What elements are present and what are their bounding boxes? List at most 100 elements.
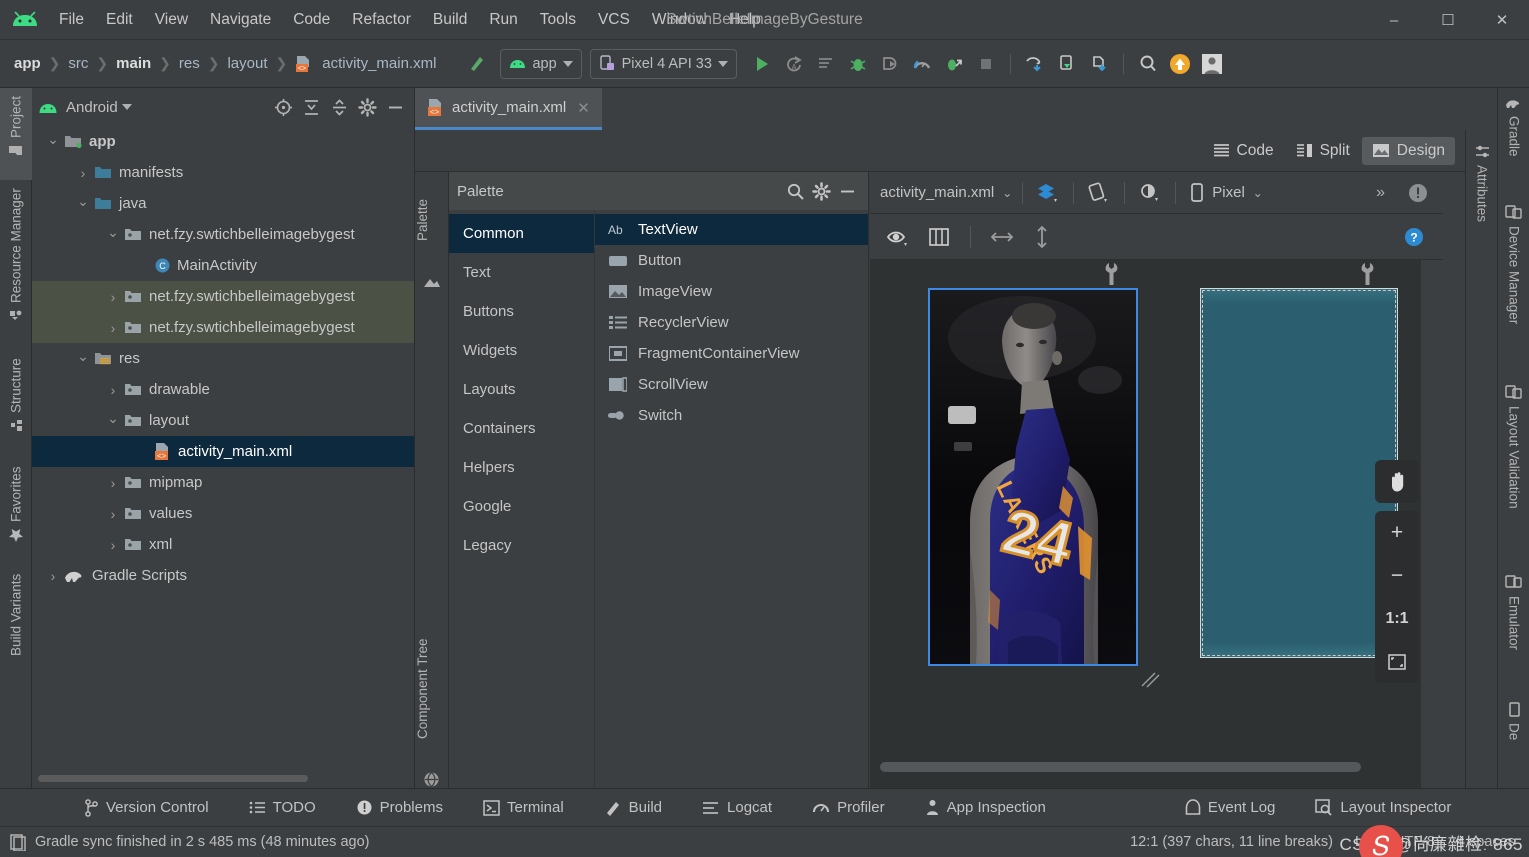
chevron-down-icon[interactable]: ⌄ xyxy=(42,131,64,148)
strip-item-palette[interactable]: Palette xyxy=(415,172,430,268)
sidebar-item-attributes[interactable]: Attributes xyxy=(1466,130,1498,280)
tree-row[interactable]: › values xyxy=(32,498,414,529)
menu-run[interactable]: Run xyxy=(478,8,528,32)
help-icon[interactable]: ? xyxy=(1399,222,1429,252)
tree-row[interactable]: › net.fzy.swtichbelleimagebygest xyxy=(32,312,414,343)
chevron-right-icon[interactable]: › xyxy=(102,382,124,398)
search-everywhere-icon[interactable] xyxy=(1133,49,1163,79)
breadcrumb-app[interactable]: app xyxy=(10,53,45,74)
tree-row[interactable]: › manifests xyxy=(32,157,414,188)
run-with-coverage-icon[interactable] xyxy=(939,49,969,79)
tree-row[interactable]: C MainActivity xyxy=(32,250,414,281)
palette-category-google[interactable]: Google xyxy=(449,487,594,526)
project-horizontal-scrollbar[interactable] xyxy=(38,775,308,782)
breadcrumb-layout[interactable]: layout xyxy=(223,53,271,74)
match-width-icon[interactable] xyxy=(987,222,1017,252)
bottom-item-problems[interactable]: Problems xyxy=(344,795,455,820)
menu-view[interactable]: View xyxy=(144,8,199,32)
tab-activity-main-xml[interactable]: <> activity_main.xml ✕ xyxy=(415,88,602,130)
tree-row[interactable]: ⌄ layout xyxy=(32,405,414,436)
palette-item-fragmentcontainerview[interactable]: FragmentContainerView xyxy=(595,338,868,369)
layout-preview-image[interactable]: LAKERS 24 xyxy=(928,288,1138,666)
sidebar-item-resource-manager[interactable]: Resource Manager xyxy=(0,180,32,350)
sidebar-item-project[interactable]: Project xyxy=(0,88,32,180)
breadcrumb-main[interactable]: main xyxy=(112,53,155,74)
bottom-item-event-log[interactable]: Event Log xyxy=(1173,795,1288,820)
close-button[interactable]: ✕ xyxy=(1475,0,1529,40)
bottom-item-logcat[interactable]: Logcat xyxy=(690,795,784,820)
project-tree[interactable]: ⌄ app › manifests ⌄ java ⌄ net.fzy.swtichbellei… xyxy=(32,126,414,766)
update-icon[interactable] xyxy=(1165,49,1195,79)
palette-item-switch[interactable]: Switch xyxy=(595,400,868,431)
sidebar-item-device-file-explorer[interactable]: De xyxy=(1498,694,1529,754)
bottom-item-terminal[interactable]: Terminal xyxy=(471,795,576,820)
palette-item-textview[interactable]: Ab TextView xyxy=(595,214,868,245)
maximize-button[interactable]: ☐ xyxy=(1421,0,1475,40)
sidebar-item-device-manager[interactable]: Device Manager xyxy=(1498,196,1529,376)
tree-row[interactable]: ⌄ app xyxy=(32,126,414,157)
mode-code[interactable]: Code xyxy=(1203,137,1284,165)
menu-refactor[interactable]: Refactor xyxy=(341,8,422,32)
run-icon[interactable] xyxy=(747,49,777,79)
match-height-icon[interactable] xyxy=(1027,222,1057,252)
menu-build[interactable]: Build xyxy=(422,8,478,32)
minimize-icon[interactable] xyxy=(834,179,860,203)
surface-file-selector[interactable]: activity_main.xml ⌄ xyxy=(880,184,1012,201)
bottom-item-todo[interactable]: TODO xyxy=(237,795,328,820)
wrench-icon[interactable] xyxy=(1103,262,1120,286)
apply-code-changes-icon[interactable] xyxy=(811,49,841,79)
tree-row[interactable]: ⌄ java xyxy=(32,188,414,219)
palette-category-widgets[interactable]: Widgets xyxy=(449,331,594,370)
layout-blueprint-view[interactable] xyxy=(1200,288,1398,658)
tree-row[interactable]: › mipmap xyxy=(32,467,414,498)
mode-design[interactable]: Design xyxy=(1361,136,1455,165)
build-hammer-icon[interactable] xyxy=(462,49,492,79)
menu-edit[interactable]: Edit xyxy=(95,8,144,32)
chevron-down-icon[interactable]: ⌄ xyxy=(72,193,94,210)
expand-all-icon[interactable] xyxy=(298,95,324,119)
bottom-item-version-control[interactable]: Version Control xyxy=(72,795,221,821)
breadcrumb-res[interactable]: res xyxy=(175,53,204,74)
wrench-icon[interactable] xyxy=(1359,262,1376,286)
sidebar-item-favorites[interactable]: Favorites xyxy=(0,458,32,566)
tab-close-icon[interactable]: ✕ xyxy=(577,99,590,117)
menu-vcs[interactable]: VCS xyxy=(587,8,641,32)
device-preview-rendered[interactable]: LAKERS 24 xyxy=(928,263,1160,688)
eye-visibility-icon[interactable] xyxy=(884,222,914,252)
mode-split[interactable]: Split xyxy=(1286,137,1360,165)
tree-row[interactable]: › xml xyxy=(32,529,414,560)
breadcrumb-file[interactable]: <> activity_main.xml xyxy=(291,53,440,74)
blueprint-columns-icon[interactable] xyxy=(924,222,954,252)
canvas-horizontal-scrollbar[interactable] xyxy=(880,762,1361,772)
sync-gradle-icon[interactable] xyxy=(1084,49,1114,79)
palette-categories[interactable]: Common Text Buttons Widgets Layouts Container… xyxy=(449,210,594,788)
palette-category-legacy[interactable]: Legacy xyxy=(449,526,594,565)
tree-row[interactable]: ⌄ net.fzy.swtichbelleimagebygest xyxy=(32,219,414,250)
chevron-down-icon[interactable]: ⌄ xyxy=(102,224,124,241)
palette-category-containers[interactable]: Containers xyxy=(449,409,594,448)
design-canvas[interactable]: LAKERS 24 + − 1:1 xyxy=(870,260,1443,788)
palette-category-layouts[interactable]: Layouts xyxy=(449,370,594,409)
search-icon[interactable] xyxy=(782,179,808,203)
tree-row[interactable]: <> activity_main.xml xyxy=(32,436,414,467)
stop-icon[interactable] xyxy=(971,49,1001,79)
sdk-manager-icon[interactable] xyxy=(1052,49,1082,79)
tree-row[interactable]: › Gradle Scripts xyxy=(32,560,414,591)
tree-row[interactable]: ⌄ res xyxy=(32,343,414,374)
breadcrumb-src[interactable]: src xyxy=(64,53,92,74)
user-avatar-icon[interactable] xyxy=(1197,49,1227,79)
resize-handle[interactable] xyxy=(1138,666,1164,690)
pan-tool-icon[interactable] xyxy=(1375,460,1419,503)
tree-row[interactable]: › drawable xyxy=(32,374,414,405)
zoom-out-button[interactable]: − xyxy=(1375,554,1419,597)
device-preview-blueprint[interactable] xyxy=(1200,263,1398,666)
gear-icon[interactable] xyxy=(808,179,834,203)
menu-tools[interactable]: Tools xyxy=(529,8,587,32)
strip-item-component-tree[interactable]: Component Tree xyxy=(415,604,430,774)
select-opened-file-icon[interactable] xyxy=(270,95,296,119)
chevron-right-icon[interactable]: › xyxy=(102,537,124,553)
chevron-right-icon[interactable]: › xyxy=(102,506,124,522)
device-selector[interactable]: Pixel 4 API 33 xyxy=(589,48,737,79)
chevron-right-icon[interactable]: › xyxy=(102,475,124,491)
bottom-item-app-inspection[interactable]: App Inspection xyxy=(913,795,1058,820)
